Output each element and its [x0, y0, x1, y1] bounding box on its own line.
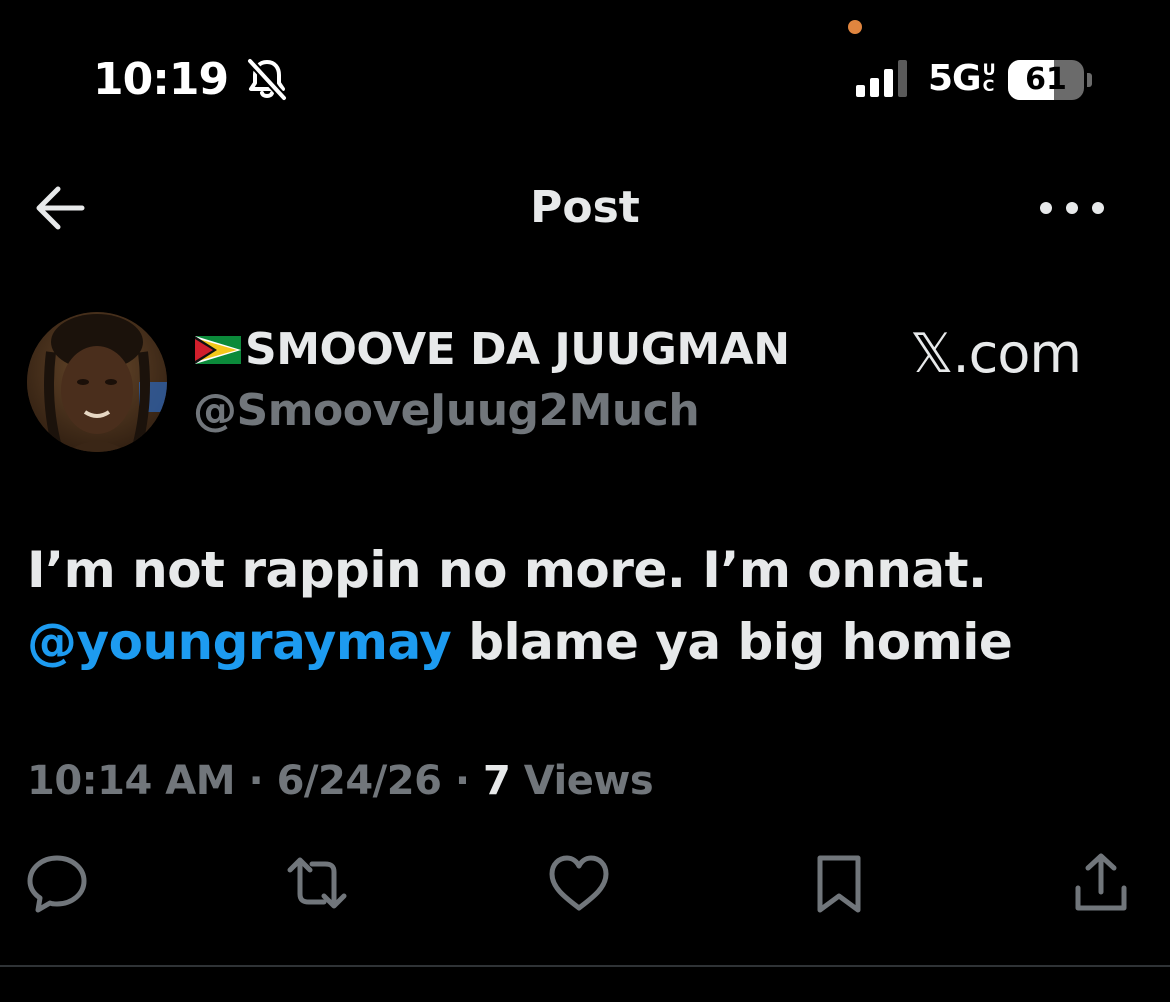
bell-slash-icon: [247, 58, 287, 101]
post-text: I’m not rappin no more. I’m onnat. @youn…: [27, 534, 1147, 678]
divider: [0, 965, 1170, 967]
post-text-line2: @youngraymay blame ya big homie: [27, 606, 1147, 678]
post-text-line1: I’m not rappin no more. I’m onnat.: [27, 541, 987, 599]
like-icon[interactable]: [546, 850, 612, 916]
meta-separator: ·: [235, 758, 277, 804]
author-display-name[interactable]: SMOOVE DA JUUGMAN: [193, 322, 790, 378]
x-com-watermark: 𝕏.com: [910, 322, 1082, 385]
page-title: Post: [530, 182, 640, 233]
avatar-image: [27, 312, 167, 452]
network-suffix: UC: [982, 60, 996, 95]
share-icon[interactable]: [1068, 850, 1134, 916]
post-text-line2-rest: blame ya big homie: [451, 613, 1013, 671]
reply-icon[interactable]: [24, 850, 90, 916]
bookmark-icon[interactable]: [806, 850, 872, 916]
battery-icon: 61: [1008, 60, 1092, 100]
author-handle[interactable]: @SmooveJuug2Much: [193, 383, 700, 439]
network-type: 5G: [928, 58, 982, 99]
meta-separator: ·: [441, 758, 483, 804]
display-name-text: SMOOVE DA JUUGMAN: [245, 324, 790, 375]
privacy-indicator-dot: [848, 20, 862, 34]
battery-level: 61: [1025, 62, 1067, 97]
views-label[interactable]: Views: [510, 758, 654, 804]
repost-icon[interactable]: [284, 850, 350, 916]
network-indicator: 5G UC: [928, 58, 1001, 100]
post-time: 10:14 AM: [27, 758, 236, 804]
signal-bars-icon: [856, 60, 907, 97]
views-count[interactable]: 7: [483, 758, 511, 804]
mention-link[interactable]: @youngraymay: [27, 613, 452, 671]
avatar[interactable]: [27, 312, 167, 452]
back-arrow-icon[interactable]: [30, 180, 90, 236]
status-time: 10:19: [93, 54, 229, 105]
post-meta: 10:14 AM · 6/24/26 · 7 Views: [27, 754, 654, 808]
guyana-flag-icon: [195, 336, 241, 364]
post-date: 6/24/26: [276, 758, 442, 804]
ellipsis-icon[interactable]: [1026, 190, 1118, 226]
